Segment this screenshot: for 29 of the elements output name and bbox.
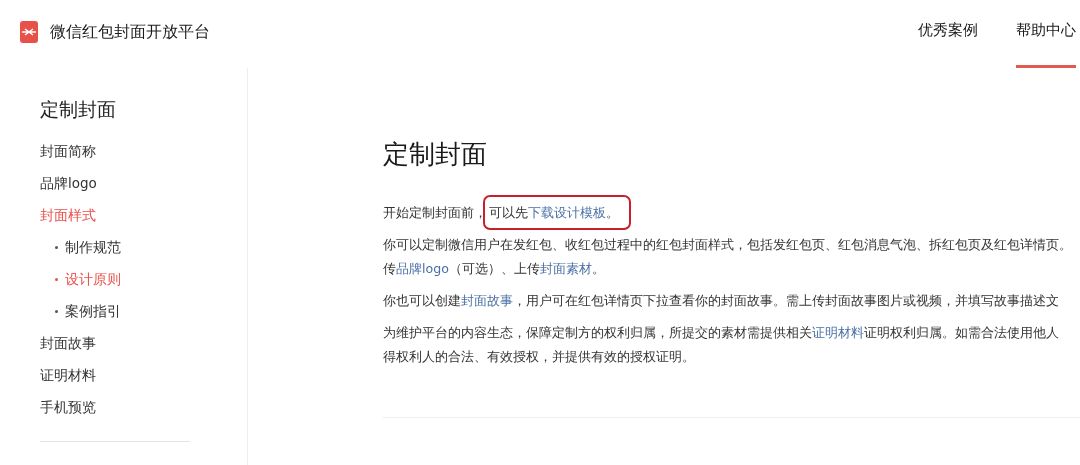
paragraph-line: 你也可以创建封面故事，用户可在红包详情页下拉查看你的封面故事。需上传封面故事图片或视频，并填写故事描述文: [383, 292, 1060, 310]
sidebar-item[interactable]: 封面简称: [40, 135, 96, 167]
sidebar-subitem[interactable]: 设计原则: [65, 263, 121, 295]
text-link[interactable]: 下载设计模板: [528, 205, 606, 220]
text-link[interactable]: 封面故事: [461, 293, 513, 308]
paragraph-line: 得权利人的合法、有效授权，并提供有效的授权证明。: [383, 348, 696, 366]
sidebar-subitem[interactable]: 案例指引: [65, 295, 121, 327]
page-heading: 定制封面: [383, 138, 488, 171]
paragraph-line: 你可以定制微信用户在发红包、收红包过程中的红包封面样式，包括发红包页、红包消息气泡、拆红包页及红包详情页。: [383, 236, 1073, 254]
nav-tab[interactable]: 帮助中心: [1016, 0, 1076, 68]
sidebar-item[interactable]: 品牌logo: [40, 167, 97, 199]
text-link[interactable]: 封面素材: [539, 261, 592, 276]
bullet-icon: [55, 245, 58, 249]
highlight-frame: 可以先下载设计模板。: [483, 195, 631, 230]
sidebar-subitem[interactable]: 制作规范: [65, 231, 121, 263]
sidebar-title: 定制封面: [40, 97, 116, 122]
sidebar-item[interactable]: 封面故事: [40, 327, 96, 359]
site-title: 微信红包封面开放平台: [50, 21, 210, 43]
text-link[interactable]: 证明材料: [812, 325, 864, 340]
sidebar-item[interactable]: 手机预览: [40, 391, 96, 423]
logo-icon: [20, 21, 38, 43]
sidebar-item[interactable]: 封面样式: [40, 199, 96, 231]
paragraph-line: 为维护平台的内容生态，保障定制方的权利归属，所提交的素材需提供相关证明材料证明权利归属。如需合法使用他人: [383, 324, 1060, 342]
text-link[interactable]: 品牌logo: [396, 261, 449, 276]
nav-tab[interactable]: 优秀案例: [918, 0, 978, 68]
paragraph-line: 传品牌logo（可选）、上传封面素材。: [383, 260, 606, 278]
sidebar-item[interactable]: 证明材料: [40, 359, 96, 391]
bullet-icon: [55, 277, 58, 281]
bullet-icon: [55, 309, 58, 313]
